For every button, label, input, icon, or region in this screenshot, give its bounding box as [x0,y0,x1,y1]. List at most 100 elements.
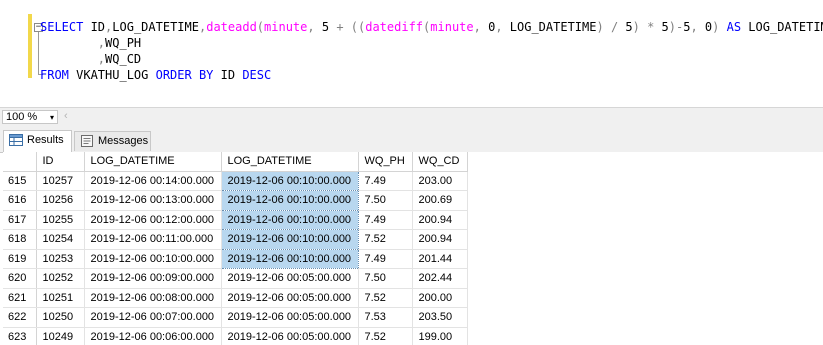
cell-wq-ph[interactable]: 7.53 [358,307,413,328]
tab-messages-label: Messages [98,135,149,147]
code-line-2[interactable]: ,WQ_PH [40,35,141,51]
cell-id[interactable]: 10257 [36,171,85,191]
code-line-4[interactable]: FROM VKATHU_LOG ORDER BY ID DESC [40,67,271,83]
cell-id[interactable]: 10254 [36,229,85,250]
results-grid[interactable]: ID LOG_DATETIME LOG_DATETIME WQ_PH WQ_CD… [3,152,823,345]
row-number[interactable]: 623 [3,327,37,345]
sql-keyword: DESC [242,68,272,82]
cell-wq-cd[interactable]: 201.44 [412,249,468,269]
row-number[interactable]: 618 [3,229,37,250]
cell-id[interactable]: 10255 [36,210,85,230]
cell-log-datetime-rounded[interactable]: 2019-12-06 00:10:00.000 [220,248,359,269]
cell-id[interactable]: 10251 [36,288,85,308]
table-row[interactable]: 615 10257 2019-12-06 00:14:00.000 2019-12-0… [3,170,468,191]
table-row[interactable]: 621 10251 2019-12-06 00:08:00.000 2019-12-0… [3,288,468,308]
cell-log-datetime[interactable]: 2019-12-06 00:11:00.000 [84,229,222,250]
cell-log-datetime[interactable]: 2019-12-06 00:07:00.000 [84,307,222,328]
sql-text: LOG_DATETIME [748,20,823,34]
cell-log-datetime-rounded[interactable]: 2019-12-06 00:10:00.000 [220,229,359,250]
row-number[interactable]: 615 [3,171,37,191]
sql-text: LOG_DATETIME [502,20,597,34]
tab-results[interactable]: Results [3,130,72,152]
sql-operator: )- [668,20,684,34]
cell-log-datetime[interactable]: 2019-12-06 00:12:00.000 [84,210,222,230]
cell-log-datetime-rounded[interactable]: 2019-12-06 00:05:00.000 [221,307,359,328]
cell-log-datetime[interactable]: 2019-12-06 00:06:00.000 [84,327,222,345]
cell-log-datetime-rounded[interactable]: 2019-12-06 00:05:00.000 [221,327,359,345]
row-number-header[interactable] [3,152,37,172]
cell-wq-cd[interactable]: 203.50 [412,307,468,328]
cell-wq-ph[interactable]: 7.52 [358,229,413,250]
cell-id[interactable]: 10253 [36,249,85,269]
sql-operator: (( [350,20,366,34]
zoom-dropdown[interactable]: 100 % ▾ [2,110,58,124]
table-row[interactable]: 622 10250 2019-12-06 00:07:00.000 2019-12-0… [3,307,468,328]
cell-wq-ph[interactable]: 7.50 [358,190,413,211]
tab-results-label: Results [27,134,64,146]
cell-log-datetime-rounded[interactable]: 2019-12-06 00:05:00.000 [221,268,359,289]
code-line-1[interactable]: SELECT ID,LOG_DATETIME,dateadd(minute, 5… [40,19,823,35]
grid-icon [9,134,23,146]
cell-log-datetime-rounded[interactable]: 2019-12-06 00:10:00.000 [220,209,359,230]
cell-wq-ph[interactable]: 7.52 [358,288,413,308]
cell-wq-cd[interactable]: 200.69 [412,190,468,211]
cell-id[interactable]: 10250 [36,307,85,328]
row-number[interactable]: 617 [3,210,37,230]
cell-wq-ph[interactable]: 7.49 [358,249,413,269]
sql-operator: , [307,20,315,34]
cell-wq-cd[interactable]: 202.44 [412,268,468,289]
sql-operator: , [690,20,698,34]
row-number[interactable]: 622 [3,307,37,328]
table-row[interactable]: 623 10249 2019-12-06 00:06:00.000 2019-12-0… [3,327,468,345]
row-number[interactable]: 619 [3,249,37,269]
header-row: ID LOG_DATETIME LOG_DATETIME WQ_PH WQ_CD [3,152,468,172]
sql-operator: , [97,36,106,50]
cell-id[interactable]: 10249 [36,327,85,345]
cell-log-datetime-rounded[interactable]: 2019-12-06 00:10:00.000 [220,190,359,211]
table-row[interactable]: 617 10255 2019-12-06 00:12:00.000 2019-12-0… [3,209,468,230]
cell-wq-cd[interactable]: 200.00 [412,288,468,308]
cell-log-datetime[interactable]: 2019-12-06 00:13:00.000 [84,190,222,211]
tab-messages[interactable]: Messages [74,131,151,151]
row-number[interactable]: 616 [3,190,37,211]
table-row[interactable]: 618 10254 2019-12-06 00:11:00.000 2019-12-0… [3,229,468,250]
cell-log-datetime-rounded[interactable]: 2019-12-06 00:10:00.000 [220,170,359,191]
cell-wq-ph[interactable]: 7.50 [358,268,413,289]
sql-editor[interactable]: − SELECT ID,LOG_DATETIME,dateadd(minute,… [0,0,823,107]
cell-log-datetime-rounded[interactable]: 2019-12-06 00:05:00.000 [221,288,359,308]
column-header-id[interactable]: ID [36,152,85,172]
sql-function: datediff [365,20,424,34]
row-number[interactable]: 620 [3,268,37,289]
cell-wq-cd[interactable]: 199.00 [412,327,468,345]
table-row[interactable]: 619 10253 2019-12-06 00:10:00.000 2019-12-0… [3,248,468,269]
sql-text: 5 [618,20,633,34]
cell-wq-cd[interactable]: 203.00 [412,171,468,191]
editor-gutter [0,0,27,107]
sql-text: 0 [697,20,713,34]
cell-wq-ph[interactable]: 7.49 [358,171,413,191]
cell-wq-ph[interactable]: 7.52 [358,327,413,345]
row-number[interactable]: 621 [3,288,37,308]
column-header-wq-cd[interactable]: WQ_CD [412,152,468,172]
cell-log-datetime[interactable]: 2019-12-06 00:10:00.000 [84,249,222,269]
column-header-wq-ph[interactable]: WQ_PH [358,152,413,172]
cell-id[interactable]: 10256 [36,190,85,211]
column-header-log-datetime[interactable]: LOG_DATETIME [84,152,222,172]
table-row[interactable]: 616 10256 2019-12-06 00:13:00.000 2019-12-0… [3,190,468,211]
sql-keyword: SELECT [40,20,84,34]
cell-log-datetime[interactable]: 2019-12-06 00:08:00.000 [84,288,222,308]
cell-id[interactable]: 10252 [36,268,85,289]
scroll-left-icon[interactable]: ‹ [64,110,68,123]
sql-operator: , [473,20,481,34]
sql-text: 5 [314,20,337,34]
cell-wq-ph[interactable]: 7.49 [358,210,413,230]
cell-log-datetime[interactable]: 2019-12-06 00:09:00.000 [84,268,222,289]
code-line-3[interactable]: ,WQ_CD [40,51,141,67]
column-header-log-datetime-rounded[interactable]: LOG_DATETIME [221,152,359,172]
table-row[interactable]: 620 10252 2019-12-06 00:09:00.000 2019-12-0… [3,268,468,289]
cell-wq-cd[interactable]: 200.94 [412,229,468,250]
cell-log-datetime[interactable]: 2019-12-06 00:14:00.000 [84,171,222,191]
cell-wq-cd[interactable]: 200.94 [412,210,468,230]
